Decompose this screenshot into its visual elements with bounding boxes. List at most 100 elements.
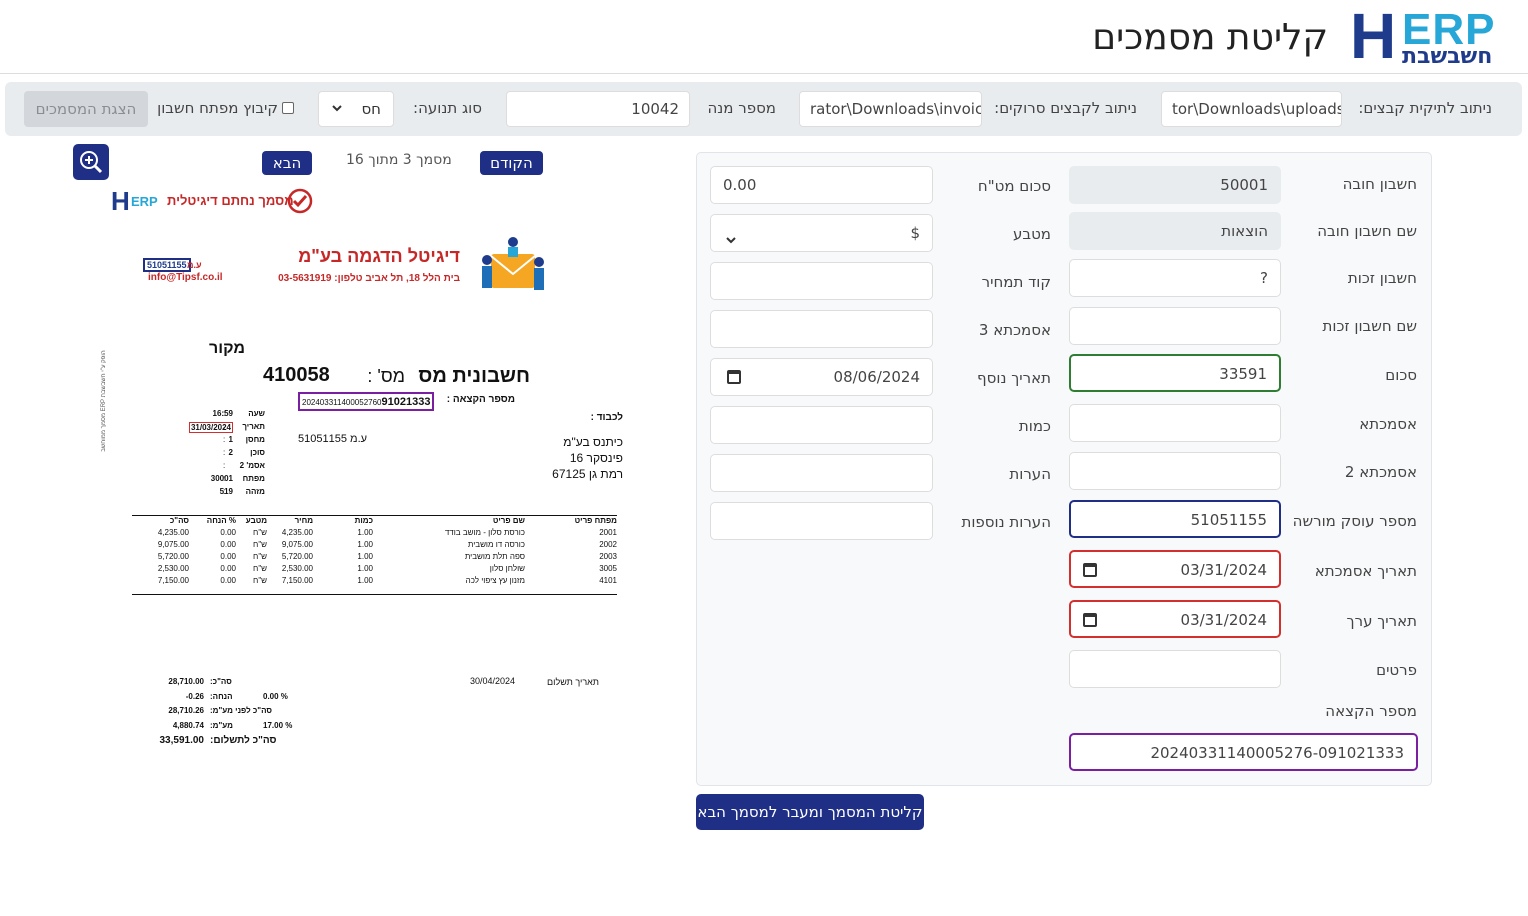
- company-id-prefix: ע.מ: [187, 260, 202, 270]
- meta-key: תאריך: [242, 422, 265, 431]
- reference2-input[interactable]: [1069, 452, 1281, 490]
- toolbar: ניתוב לתיקית קבצים: tor\Downloads\upload…: [5, 82, 1522, 136]
- quantity-input[interactable]: [710, 406, 933, 444]
- type-select[interactable]: חס: [318, 91, 394, 127]
- column-header: מטבע: [245, 516, 267, 525]
- doc-title: חשבונית מס: [418, 365, 530, 387]
- column-header: מחיר: [294, 516, 313, 525]
- meta-key: מזהה: [245, 487, 265, 496]
- debit-name-label: שם חשבון חובה: [1317, 222, 1417, 240]
- alloc-box: 20240331140005276091021333: [298, 392, 435, 411]
- column-header: מפתח פריט: [574, 516, 617, 525]
- total-label: סה"כ לתשלום:: [210, 735, 277, 746]
- extra-notes-label: הערות נוספות: [961, 513, 1051, 531]
- table-cell: 4,235.00: [281, 528, 313, 537]
- alloc-label: מספר הקצאה :: [446, 394, 515, 405]
- company-id: 51051155: [143, 258, 191, 272]
- prev-button[interactable]: הקודם: [480, 151, 543, 175]
- calendar-icon[interactable]: [1083, 613, 1097, 627]
- amount-input[interactable]: 33591: [1069, 354, 1281, 392]
- credit-name-input[interactable]: [1069, 307, 1281, 345]
- debit-account-input[interactable]: 50001: [1069, 166, 1281, 204]
- meta-separator: :: [223, 435, 226, 444]
- extra-date-label: תאריך נוסף: [977, 369, 1051, 387]
- total-label: מע"מ:: [210, 720, 233, 730]
- table-cell: כורסה דו מושבית: [467, 540, 525, 549]
- reference3-input[interactable]: [710, 310, 933, 348]
- extra-date-input[interactable]: 08/06/2024: [710, 358, 933, 396]
- group-checkbox[interactable]: קיבוץ מפתח חשבון: [157, 99, 294, 117]
- table-cell: 4,235.00: [157, 528, 189, 537]
- calendar-icon[interactable]: [727, 370, 741, 384]
- meta-key: מחסן: [245, 435, 265, 444]
- table-cell: ש"ח: [253, 540, 267, 549]
- dealer-number-input[interactable]: 51051155: [1069, 500, 1281, 538]
- scan-path-input[interactable]: rator\Downloads\invoic: [799, 91, 982, 127]
- column-header: שם פריט: [492, 516, 525, 525]
- table-cell: 5,720.00: [281, 552, 313, 561]
- table-cell: 3005: [599, 564, 617, 573]
- original-label: מקור: [209, 340, 245, 357]
- table-cell: ש"ח: [253, 564, 267, 573]
- meta-value: 1: [228, 435, 233, 444]
- company-name: דיגיטל הדגמה בע"מ: [298, 246, 460, 266]
- ref-label: אסמכתא: [1359, 415, 1417, 433]
- extra-notes-input[interactable]: [710, 502, 933, 540]
- check-seal-icon: [287, 188, 313, 214]
- show-documents-button[interactable]: הצגת המסמכים: [24, 91, 148, 127]
- digital-stamp-text: מסמך נחתם דיגיטלית: [167, 193, 294, 208]
- ref3-label: אסמכתא 3: [978, 321, 1051, 339]
- calendar-icon[interactable]: [1083, 563, 1097, 577]
- credit-account-input[interactable]: ?: [1069, 259, 1281, 297]
- total-value: 4,880.74: [172, 720, 204, 730]
- table-cell: 7,150.00: [281, 576, 313, 585]
- document-preview: H ERP מסמך נחתם דיגיטלית דיגיטל הדגמה בע…: [95, 180, 675, 760]
- total-label: סה"כ:: [210, 677, 232, 686]
- meta-separator: :: [223, 487, 226, 496]
- zoom-in-icon: [80, 151, 103, 174]
- chevron-down-icon: [725, 225, 737, 251]
- meta-separator: :: [223, 461, 226, 470]
- next-button[interactable]: הבא: [262, 151, 312, 175]
- details-label: פרטים: [1376, 661, 1417, 679]
- table-cell: 9,075.00: [157, 540, 189, 549]
- dealer-label: מספר עוסק מורשה: [1292, 512, 1417, 530]
- details-input[interactable]: [1069, 650, 1281, 688]
- table-cell: ש"ח: [253, 528, 267, 537]
- table-cell: 1.00: [357, 528, 373, 537]
- folder-path-input[interactable]: tor\Downloads\uploads: [1161, 91, 1342, 127]
- reference-date-input[interactable]: 03/31/2024: [1069, 550, 1281, 588]
- client-street: פינסקר 16: [569, 451, 623, 465]
- checkbox-icon[interactable]: [282, 102, 294, 114]
- notes-input[interactable]: [710, 454, 933, 492]
- stamp-logo-h: H: [111, 186, 130, 216]
- currency-label: מטבע: [1013, 225, 1051, 243]
- currency-select[interactable]: $: [710, 214, 933, 252]
- value-date-label: תאריך ערך: [1346, 612, 1417, 630]
- total-value: 33,591.00: [159, 735, 205, 746]
- submit-next-button[interactable]: קליטת המסמך ומעבר למסמך הבא: [696, 794, 924, 830]
- meta-value: 2: [228, 448, 233, 457]
- qty-label: כמות: [1018, 417, 1051, 435]
- credit-label: חשבון זכות: [1347, 269, 1417, 287]
- reference-input[interactable]: [1069, 404, 1281, 442]
- stamp-logo-erp: ERP: [131, 194, 158, 209]
- value-date-input[interactable]: 03/31/2024: [1069, 600, 1281, 638]
- amount-label: סכום: [1385, 366, 1417, 384]
- meta-key: מפתח: [242, 474, 265, 483]
- table-cell: 0.00: [220, 576, 236, 585]
- debit-name-input[interactable]: הוצאות: [1069, 212, 1281, 250]
- folder-label: ניתוב לתיקית קבצים:: [1358, 99, 1492, 117]
- zoom-in-button[interactable]: [73, 144, 109, 180]
- counter-input[interactable]: 10042: [506, 91, 690, 127]
- meta-value: 519: [219, 487, 233, 496]
- meta-key: שעה: [248, 409, 265, 418]
- cost-code-input[interactable]: [710, 262, 933, 300]
- fx-amount-input[interactable]: 0.00: [710, 166, 933, 204]
- total-value: -0.26: [185, 691, 204, 701]
- counter-label: מספר מנה: [707, 99, 776, 117]
- cost-code-label: קוד תמחיר: [981, 273, 1051, 291]
- table-cell: 2002: [599, 540, 617, 549]
- to-label: לכבוד :: [590, 412, 623, 423]
- allocation-number-input[interactable]: 20240331140005276-091021333: [1069, 733, 1418, 771]
